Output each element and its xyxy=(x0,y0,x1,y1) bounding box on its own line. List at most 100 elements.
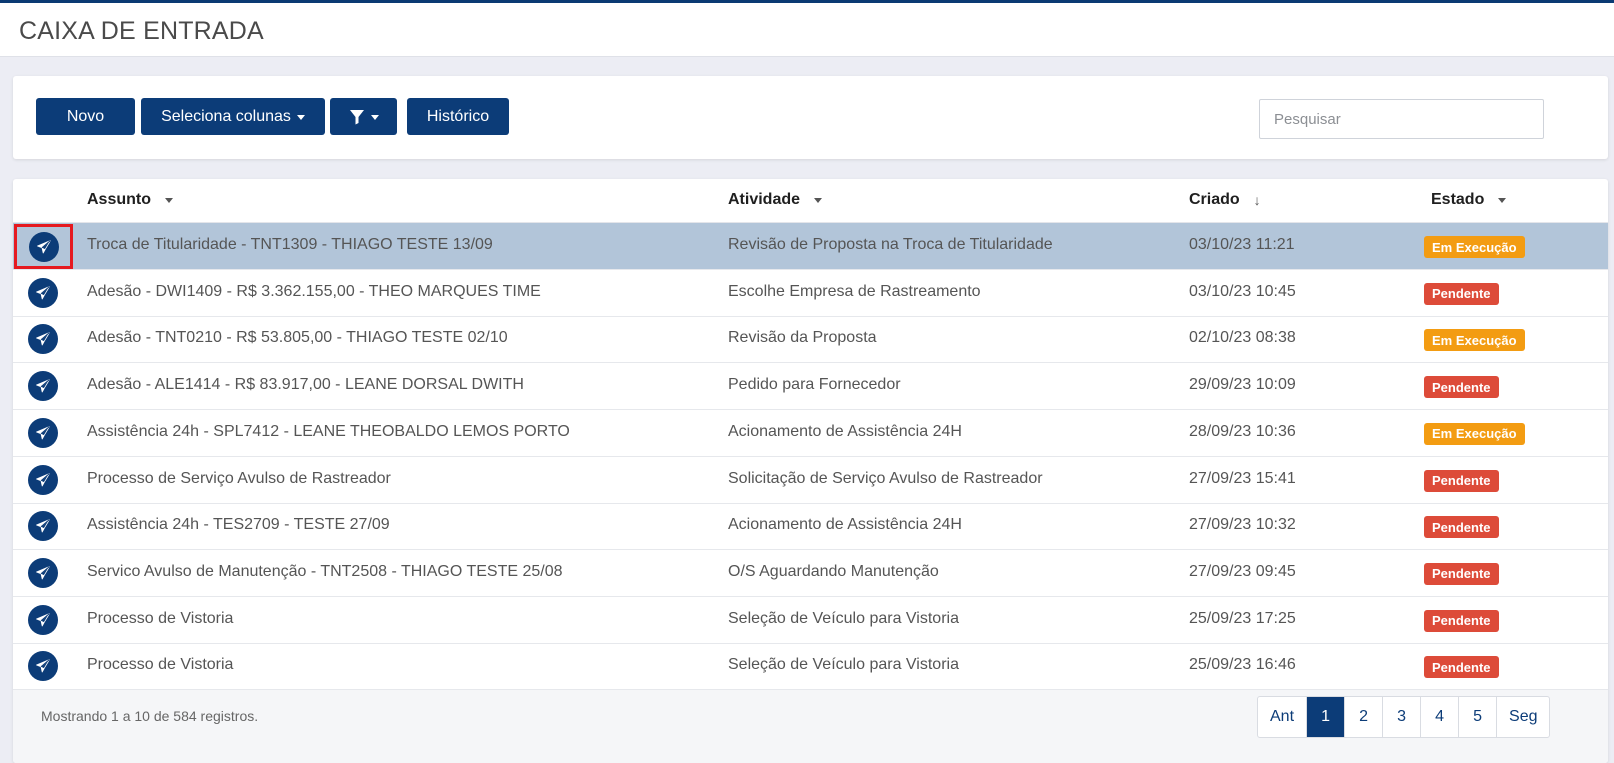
column-label: Criado xyxy=(1189,191,1240,208)
send-icon xyxy=(28,277,58,308)
cell-criado: 02/10/23 08:38 xyxy=(1189,329,1296,347)
pagination-page-5[interactable]: 5 xyxy=(1459,697,1498,737)
status-badge: Pendente xyxy=(1424,562,1499,585)
cell-assunto: Assistência 24h - TES2709 - TESTE 27/09 xyxy=(87,516,390,534)
column-label: Estado xyxy=(1431,191,1485,208)
open-task-button[interactable] xyxy=(13,457,73,503)
funnel-icon xyxy=(349,109,364,124)
cell-assunto: Assistência 24h - SPL7412 - LEANE THEOBA… xyxy=(87,422,570,440)
table-row[interactable]: Processo de Serviço Avulso de Rastreador… xyxy=(13,457,1608,504)
cell-criado: 03/10/23 10:45 xyxy=(1189,282,1296,300)
new-button-label: Novo xyxy=(66,107,105,125)
pagination-prev[interactable]: Ant xyxy=(1258,697,1308,737)
send-icon xyxy=(28,511,58,542)
open-task-button[interactable] xyxy=(13,270,73,316)
status-badge: Pendente xyxy=(1424,282,1499,305)
toolbar: Novo Seleciona colunas Histórico xyxy=(13,76,1608,159)
history-button-label: Histórico xyxy=(426,107,490,125)
table-row[interactable]: Adesão - ALE1414 - R$ 83.917,00 - LEANE … xyxy=(13,363,1608,411)
column-label: Atividade xyxy=(728,191,801,208)
table-row[interactable]: Processo de Vistoria Seleção de Veículo p… xyxy=(13,597,1608,644)
open-task-button[interactable] xyxy=(13,503,73,549)
table-row[interactable]: Assistência 24h - TES2709 - TESTE 27/09 A… xyxy=(13,503,1608,551)
cell-criado: 27/09/23 15:41 xyxy=(1189,469,1296,487)
cell-criado: 29/09/23 10:09 xyxy=(1189,376,1296,394)
cell-assunto: Adesão - DWI1409 - R$ 3.362.155,00 - THE… xyxy=(87,282,541,300)
page-title: CAIXA DE ENTRADA xyxy=(19,17,264,45)
pagination-page-2[interactable]: 2 xyxy=(1345,697,1384,737)
cell-criado: 28/09/23 10:36 xyxy=(1189,422,1296,440)
cell-criado: 25/09/23 17:25 xyxy=(1189,609,1296,627)
sort-descending-icon: ↓ xyxy=(1253,192,1261,208)
cell-atividade: Acionamento de Assistência 24H xyxy=(728,516,962,534)
chevron-down-icon xyxy=(296,115,305,120)
table-footer: Mostrando 1 a 10 de 584 registros. Ant 1 2… xyxy=(13,690,1608,763)
pagination-next[interactable]: Seg xyxy=(1497,697,1549,737)
open-task-button[interactable] xyxy=(13,316,73,362)
table-row[interactable]: Servico Avulso de Manutenção - TNT2508 -… xyxy=(13,550,1608,597)
history-button[interactable]: Histórico xyxy=(407,98,509,135)
pagination-page-1[interactable]: 1 xyxy=(1307,697,1346,737)
pagination-page-4[interactable]: 4 xyxy=(1421,697,1460,737)
column-header-criado[interactable]: Criado ↓ xyxy=(1189,191,1261,209)
open-task-button[interactable] xyxy=(13,550,73,596)
status-badge: Em Execução xyxy=(1424,236,1525,258)
inbox-table: Assunto Atividade Criado ↓ Estado Troca … xyxy=(13,179,1608,763)
cell-atividade: Pedido para Fornecedor xyxy=(728,376,901,394)
filter-button[interactable] xyxy=(330,98,397,135)
cell-atividade: Solicitação de Serviço Avulso de Rastrea… xyxy=(728,469,1043,487)
new-button[interactable]: Novo xyxy=(36,98,135,135)
status-badge: Em Execução xyxy=(1424,422,1525,445)
cell-assunto: Processo de Vistoria xyxy=(87,656,234,674)
status-badge: Pendente xyxy=(1424,656,1499,679)
table-row[interactable]: Adesão - TNT0210 - R$ 53.805,00 - THIAGO… xyxy=(13,316,1608,364)
cell-criado: 25/09/23 16:46 xyxy=(1189,656,1296,674)
pagination: Ant 1 2 3 4 5 Seg xyxy=(1257,696,1551,738)
cell-assunto: Servico Avulso de Manutenção - TNT2508 -… xyxy=(87,562,563,580)
cell-assunto: Processo de Serviço Avulso de Rastreador xyxy=(87,469,391,487)
column-label: Assunto xyxy=(87,191,151,208)
open-task-button[interactable] xyxy=(13,597,73,643)
status-badge: Pendente xyxy=(1424,376,1499,399)
send-icon xyxy=(28,324,58,355)
cell-atividade: O/S Aguardando Manutenção xyxy=(728,562,939,580)
pagination-page-3[interactable]: 3 xyxy=(1383,697,1422,737)
select-columns-button[interactable]: Seleciona colunas xyxy=(141,98,325,135)
page-header: CAIXA DE ENTRADA xyxy=(0,3,1614,57)
open-task-button[interactable] xyxy=(14,224,73,269)
send-icon xyxy=(28,604,58,635)
cell-atividade: Escolhe Empresa de Rastreamento xyxy=(728,282,981,300)
send-icon xyxy=(28,464,58,495)
table-row[interactable]: Adesão - DWI1409 - R$ 3.362.155,00 - THE… xyxy=(13,270,1608,317)
cell-assunto: Processo de Vistoria xyxy=(87,609,234,627)
cell-criado: 27/09/23 10:32 xyxy=(1189,516,1296,534)
table-row[interactable]: Troca de Titularidade - TNT1309 - THIAGO… xyxy=(13,223,1608,270)
select-columns-label: Seleciona colunas xyxy=(161,107,291,125)
open-task-button[interactable] xyxy=(13,363,73,409)
cell-assunto: Adesão - TNT0210 - R$ 53.805,00 - THIAGO… xyxy=(87,329,508,347)
table-row[interactable]: Assistência 24h - SPL7412 - LEANE THEOBA… xyxy=(13,410,1608,457)
cell-criado: 27/09/23 09:45 xyxy=(1189,562,1296,580)
status-badge: Pendente xyxy=(1424,469,1499,492)
open-task-button[interactable] xyxy=(13,643,73,689)
table-row[interactable]: Processo de Vistoria Seleção de Veículo p… xyxy=(13,643,1608,691)
cell-atividade: Seleção de Veículo para Vistoria xyxy=(728,609,959,627)
cell-atividade: Acionamento de Assistência 24H xyxy=(728,422,962,440)
search-input[interactable] xyxy=(1259,99,1544,139)
cell-atividade: Seleção de Veículo para Vistoria xyxy=(728,656,959,674)
sort-caret-icon xyxy=(814,197,823,203)
cell-assunto: Troca de Titularidade - TNT1309 - THIAGO… xyxy=(87,236,493,253)
send-icon xyxy=(28,557,58,588)
chevron-down-icon xyxy=(370,115,379,120)
open-task-button[interactable] xyxy=(13,410,73,456)
send-icon xyxy=(28,231,59,262)
cell-atividade: Revisão da Proposta xyxy=(728,329,877,347)
column-header-atividade[interactable]: Atividade xyxy=(728,191,823,209)
cell-assunto: Adesão - ALE1414 - R$ 83.917,00 - LEANE … xyxy=(87,376,524,394)
cell-criado: 03/10/23 11:21 xyxy=(1189,236,1295,253)
send-icon xyxy=(28,417,58,448)
table-header: Assunto Atividade Criado ↓ Estado xyxy=(13,179,1608,223)
sort-caret-icon xyxy=(1498,197,1507,203)
column-header-assunto[interactable]: Assunto xyxy=(87,191,173,209)
column-header-estado[interactable]: Estado xyxy=(1431,191,1507,209)
